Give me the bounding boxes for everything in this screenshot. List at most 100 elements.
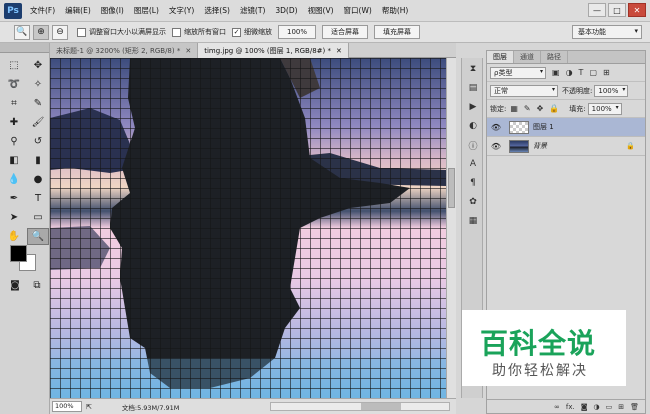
blend-mode-select[interactable]: 正常: [490, 84, 558, 97]
actions-icon[interactable]: ▶: [464, 99, 482, 115]
zoom-in-icon[interactable]: ⊕: [33, 24, 49, 40]
layer-filter-select[interactable]: ρ类型: [490, 66, 546, 79]
horizontal-scrollbar[interactable]: [270, 402, 450, 411]
layer-name: 背景: [533, 142, 547, 150]
new-adjustment-icon[interactable]: ◑: [594, 403, 600, 411]
shape-filter-icon[interactable]: ▢: [589, 68, 597, 77]
adjustment-filter-icon[interactable]: ◑: [566, 68, 573, 77]
menu-3d[interactable]: 3D(D): [275, 6, 297, 15]
marquee-tool-icon[interactable]: ⬚: [3, 57, 25, 74]
minimize-button[interactable]: —: [588, 3, 606, 17]
layer-row[interactable]: 👁 背景 🔒: [487, 137, 645, 156]
dodge-tool-icon[interactable]: ●: [27, 171, 49, 188]
document-canvas[interactable]: [50, 58, 446, 398]
eye-icon[interactable]: 👁: [487, 123, 505, 132]
menu-edit[interactable]: 编辑(E): [65, 5, 91, 16]
lasso-tool-icon[interactable]: ➰: [3, 76, 25, 93]
tab-label: timg.jpg @ 100% (图层 1, RGB/8#) *: [204, 46, 331, 55]
brush-tool-icon[interactable]: 🖌: [27, 114, 49, 131]
lock-transparent-icon[interactable]: ▦: [510, 104, 518, 113]
swatches-icon[interactable]: ▦: [464, 213, 482, 229]
fit-screen-button[interactable]: 适合屏幕: [322, 25, 369, 39]
new-layer-icon[interactable]: ⊞: [618, 403, 624, 411]
lock-all-icon[interactable]: 🔒: [549, 104, 559, 113]
type-tool-icon[interactable]: T: [27, 190, 49, 207]
paragraph-icon[interactable]: ¶: [464, 175, 482, 191]
fill-screen-button[interactable]: 填充屏幕: [374, 25, 421, 39]
menu-filter[interactable]: 滤镜(T): [240, 5, 265, 16]
hand-tool-icon[interactable]: ✋: [3, 228, 25, 245]
character-icon[interactable]: A: [464, 156, 482, 172]
add-mask-icon[interactable]: ◙: [581, 403, 588, 411]
gradient-tool-icon[interactable]: ▮: [27, 152, 49, 169]
zoom-level-field[interactable]: 100%: [52, 401, 82, 412]
maximize-button[interactable]: □: [608, 3, 626, 17]
eyedropper-tool-icon[interactable]: ✎: [27, 95, 49, 112]
path-selection-tool-icon[interactable]: ➤: [3, 209, 25, 226]
menu-image[interactable]: 图像(I): [101, 5, 124, 16]
magic-wand-tool-icon[interactable]: ✧: [27, 76, 49, 93]
color-swatches[interactable]: [10, 245, 40, 273]
pixel-filter-icon[interactable]: ▣: [552, 68, 560, 77]
lock-position-icon[interactable]: ✥: [537, 104, 544, 113]
properties-icon[interactable]: ▤: [464, 80, 482, 96]
menu-file[interactable]: 文件(F): [30, 5, 55, 16]
crop-tool-icon[interactable]: ⌗: [3, 95, 25, 112]
zoom-tool-icon[interactable]: 🔍: [27, 228, 49, 245]
zoom-all-checkbox[interactable]: [172, 27, 181, 37]
delete-layer-icon[interactable]: 🗑: [630, 403, 639, 411]
workspace-select[interactable]: 基本功能: [572, 25, 642, 39]
brush-presets-icon[interactable]: ✿: [464, 194, 482, 210]
move-tool-icon[interactable]: ✥: [27, 57, 49, 74]
horizontal-scroll-thumb[interactable]: [361, 403, 401, 410]
menu-type[interactable]: 文字(Y): [169, 5, 194, 16]
eye-icon[interactable]: 👁: [487, 142, 505, 151]
close-button[interactable]: ✕: [628, 3, 646, 17]
zoom-tool-preset-icon[interactable]: 🔍: [14, 24, 30, 40]
smart-object-filter-icon[interactable]: ⊞: [603, 68, 610, 77]
menu-window[interactable]: 窗口(W): [344, 5, 372, 16]
close-icon[interactable]: ✕: [336, 47, 342, 55]
document-size-info[interactable]: 文档:5.93M/7.91M: [122, 402, 180, 412]
fill-field[interactable]: 100%: [587, 102, 622, 115]
lock-pixels-icon[interactable]: ✎: [524, 104, 531, 113]
rectangle-tool-icon[interactable]: ▭: [27, 209, 49, 226]
actual-pixels-button[interactable]: 100%: [278, 25, 317, 39]
tab-paths[interactable]: 路径: [541, 51, 568, 63]
menu-layer[interactable]: 图层(L): [134, 5, 159, 16]
resize-windows-checkbox[interactable]: [77, 27, 86, 37]
screen-mode-icon[interactable]: ⧉: [28, 277, 46, 294]
tab-timg[interactable]: timg.jpg @ 100% (图层 1, RGB/8#) * ✕: [198, 43, 349, 58]
link-layers-icon[interactable]: ∞: [554, 403, 560, 411]
layer-row[interactable]: 👁 图层 1: [487, 118, 645, 137]
scrubby-zoom-checkbox[interactable]: ✓: [232, 27, 241, 37]
menu-view[interactable]: 视图(V): [308, 5, 334, 16]
adjustments-icon[interactable]: ◐: [464, 118, 482, 134]
clone-stamp-tool-icon[interactable]: ⚲: [3, 133, 25, 150]
close-icon[interactable]: ✕: [185, 47, 191, 55]
tab-channels[interactable]: 通道: [514, 51, 541, 63]
quick-mask-icon[interactable]: ◙: [6, 277, 24, 294]
new-group-icon[interactable]: ▭: [606, 403, 613, 411]
tools-panel-header[interactable]: [0, 43, 49, 53]
info-icon[interactable]: ⓘ: [464, 137, 482, 153]
pen-tool-icon[interactable]: ✒: [3, 190, 25, 207]
type-filter-icon[interactable]: T: [579, 68, 584, 77]
blur-tool-icon[interactable]: 💧: [3, 171, 25, 188]
menu-help[interactable]: 帮助(H): [382, 5, 409, 16]
tab-untitled[interactable]: 未标题-1 @ 3200% (矩形 2, RGB/8) * ✕: [50, 43, 199, 58]
menu-select[interactable]: 选择(S): [204, 5, 230, 16]
history-brush-tool-icon[interactable]: ↺: [27, 133, 49, 150]
vertical-scroll-thumb[interactable]: [448, 168, 455, 208]
export-icon[interactable]: ⇱: [86, 403, 92, 411]
fx-icon[interactable]: fx.: [566, 403, 575, 411]
eraser-tool-icon[interactable]: ◧: [3, 152, 25, 169]
healing-brush-tool-icon[interactable]: ✚: [3, 114, 25, 131]
history-icon[interactable]: ⧗: [464, 61, 482, 77]
zoom-out-icon[interactable]: ⊖: [52, 24, 68, 40]
document-tabs: 未标题-1 @ 3200% (矩形 2, RGB/8) * ✕ timg.jpg …: [50, 43, 456, 58]
vertical-scrollbar[interactable]: [446, 58, 456, 398]
foreground-color-swatch[interactable]: [10, 245, 27, 262]
opacity-field[interactable]: 100%: [594, 84, 629, 97]
tab-layers[interactable]: 图层: [487, 51, 514, 63]
